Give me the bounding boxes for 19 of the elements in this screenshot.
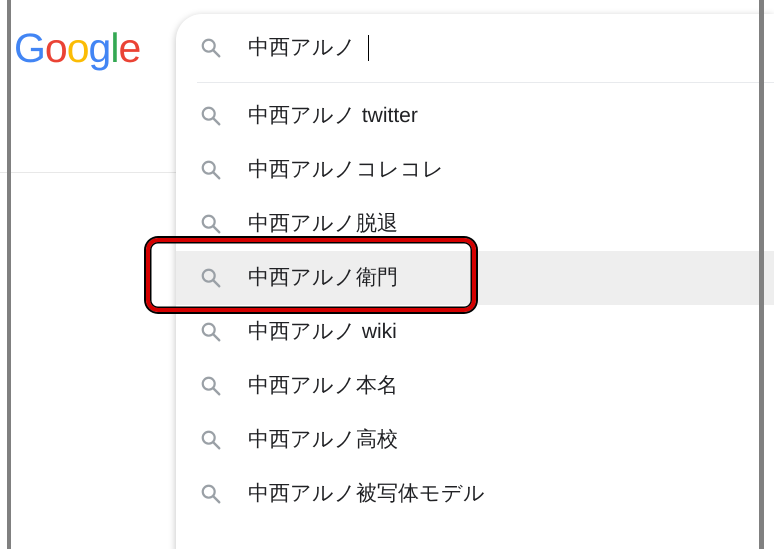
suggestion-item[interactable]: 中西アルノコレコレ (176, 143, 774, 197)
search-icon (200, 267, 222, 289)
suggestion-item[interactable]: 中西アルノ被写体モデル (176, 467, 774, 521)
search-icon (200, 375, 222, 397)
google-logo[interactable]: Google (14, 22, 140, 74)
suggestion-item[interactable]: 中西アルノ本名 (176, 359, 774, 413)
search-icon (200, 159, 222, 181)
search-icon (200, 105, 222, 127)
suggestion-item[interactable]: 中西アルノ高校 (176, 413, 774, 467)
search-icon (200, 37, 222, 59)
search-icon (200, 321, 222, 343)
search-icon (200, 429, 222, 451)
suggestion-item[interactable]: 中西アルノ脱退 (176, 197, 774, 251)
search-icon (200, 483, 222, 505)
suggestion-item[interactable]: 中西アルノ wiki (176, 305, 774, 359)
search-icon (200, 213, 222, 235)
suggestion-item[interactable]: 中西アルノ twitter (176, 89, 774, 143)
suggestion-item[interactable]: 中西アルノ衛門 (176, 251, 774, 305)
search-field[interactable]: 中西アルノ (248, 32, 369, 64)
